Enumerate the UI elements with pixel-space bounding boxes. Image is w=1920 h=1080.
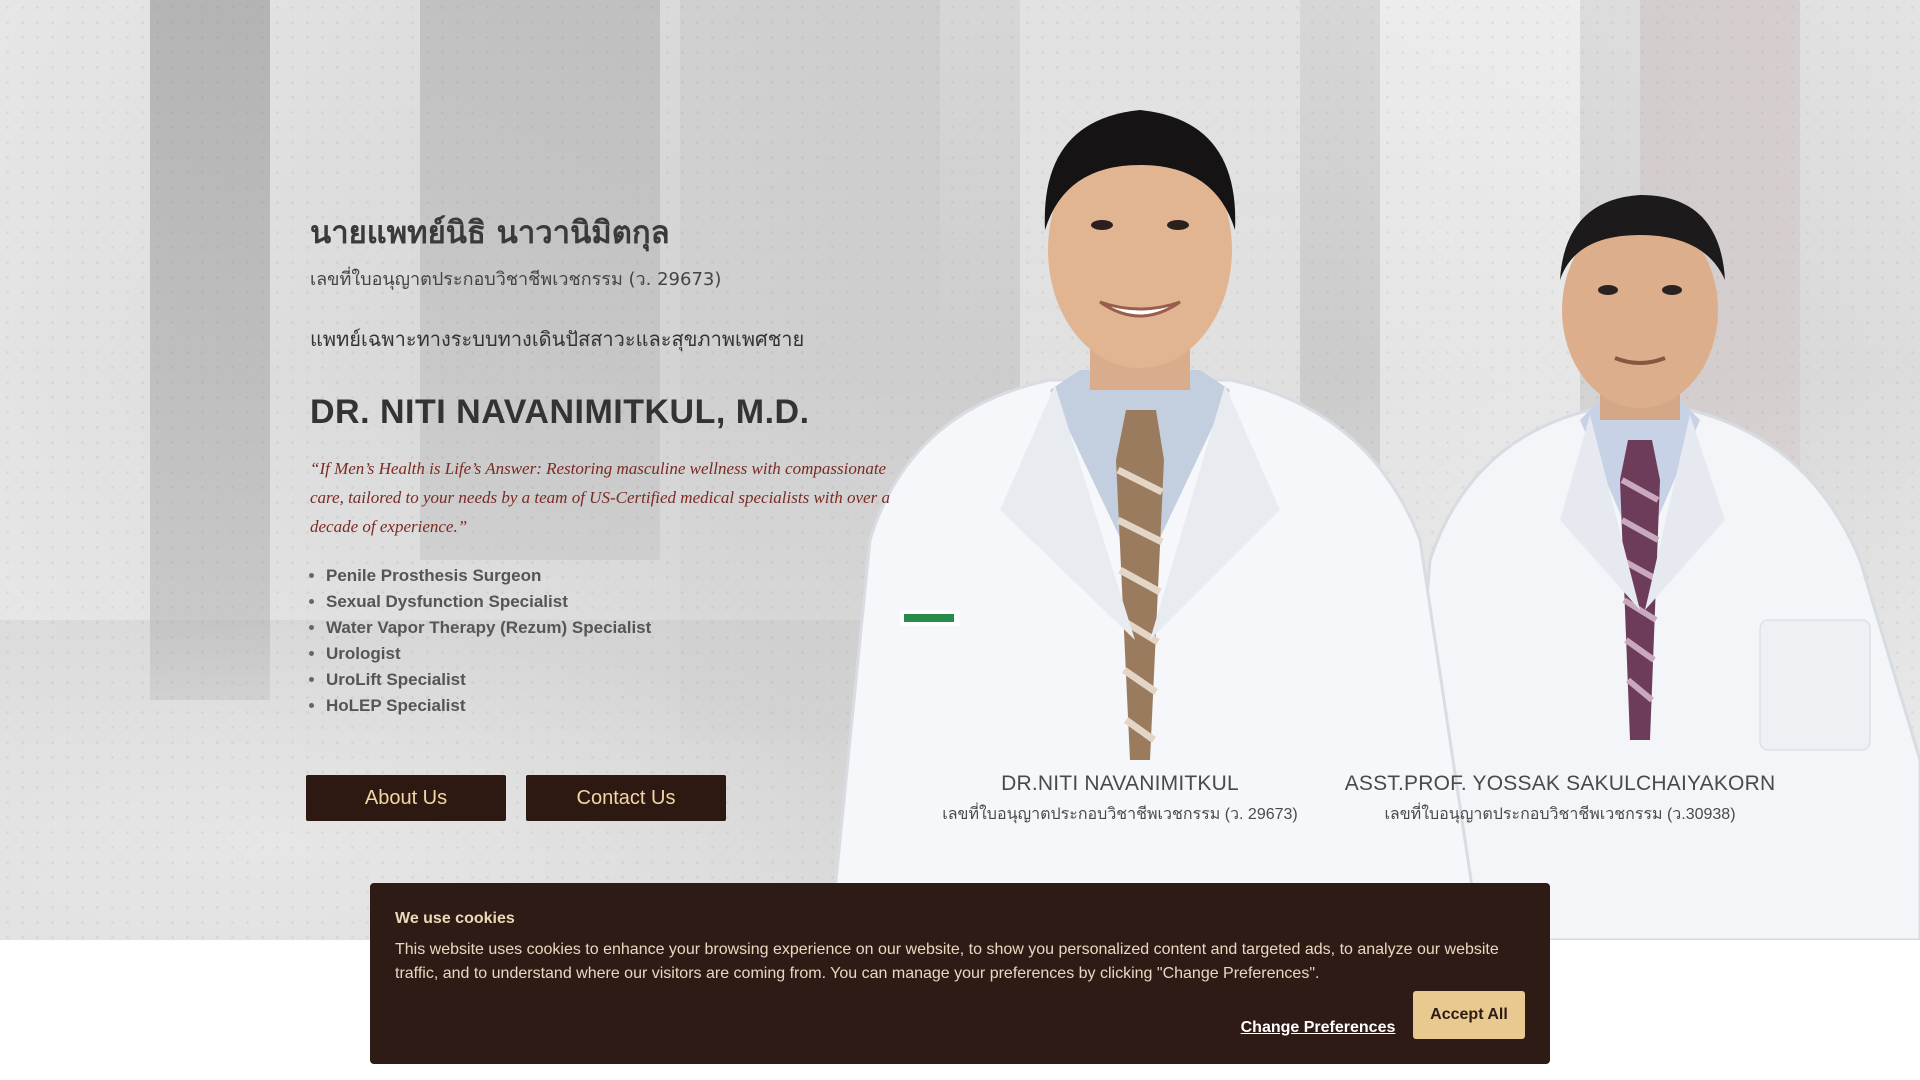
specialty-thai: แพทย์เฉพาะทางระบบทางเดินปัสสาวะและสุขภาพ… [310, 327, 805, 352]
credential-item: Penile Prosthesis Surgeon [326, 563, 900, 589]
credential-item: Urologist [326, 641, 900, 667]
cookie-banner: We use cookies This website uses cookies… [370, 883, 1550, 1064]
doctor-caption-license: เลขที่ใบอนุญาตประกอบวิชาชีพเวชกรรม (ว. 2… [942, 806, 1298, 823]
credential-item: Water Vapor Therapy (Rezum) Specialist [326, 615, 900, 641]
credential-item: Sexual Dysfunction Specialist [326, 589, 900, 615]
doctor-caption-name: ASST.PROF. YOSSAK SAKULCHAIYAKORN [1344, 772, 1776, 795]
doctor-caption-yossak: ASST.PROF. YOSSAK SAKULCHAIYAKORN เลขที่… [1340, 772, 1780, 827]
accept-all-button[interactable]: Accept All [1413, 991, 1525, 1039]
hero-intro: นายแพทย์นิธิ นาวานิมิตกุล เลขที่ใบอนุญาต… [310, 215, 900, 719]
credential-item: HoLEP Specialist [326, 693, 900, 719]
doctor-thai-name: นายแพทย์นิธิ นาวานิมิตกุล [310, 215, 670, 251]
change-preferences-link[interactable]: Change Preferences [1238, 1004, 1398, 1052]
mission-quote: “If Men’s Health is Life’s Answer: Resto… [310, 459, 890, 537]
doctor-english-name: DR. NITI NAVANIMITKUL, M.D. [310, 393, 810, 432]
doctor-caption-license: เลขที่ใบอนุญาตประกอบวิชาชีพเวชกรรม (ว.30… [1384, 806, 1736, 823]
license-number: เลขที่ใบอนุญาตประกอบวิชาชีพเวชกรรม (ว. 2… [310, 269, 722, 291]
cookie-text: This website uses cookies to enhance you… [395, 941, 1499, 982]
credentials-list: Penile Prosthesis Surgeon Sexual Dysfunc… [310, 563, 900, 719]
cookie-title: We use cookies [395, 910, 515, 927]
about-us-button[interactable]: About Us [306, 775, 506, 821]
doctor-caption-name: DR.NITI NAVANIMITKUL [1001, 772, 1239, 795]
credential-item: UroLift Specialist [326, 667, 900, 693]
contact-us-button[interactable]: Contact Us [526, 775, 726, 821]
page: นายแพทย์นิธิ นาวานิมิตกุล เลขที่ใบอนุญาต… [0, 0, 1920, 1080]
doctor-caption-niti: DR.NITI NAVANIMITKUL เลขที่ใบอนุญาตประกอ… [930, 772, 1310, 827]
